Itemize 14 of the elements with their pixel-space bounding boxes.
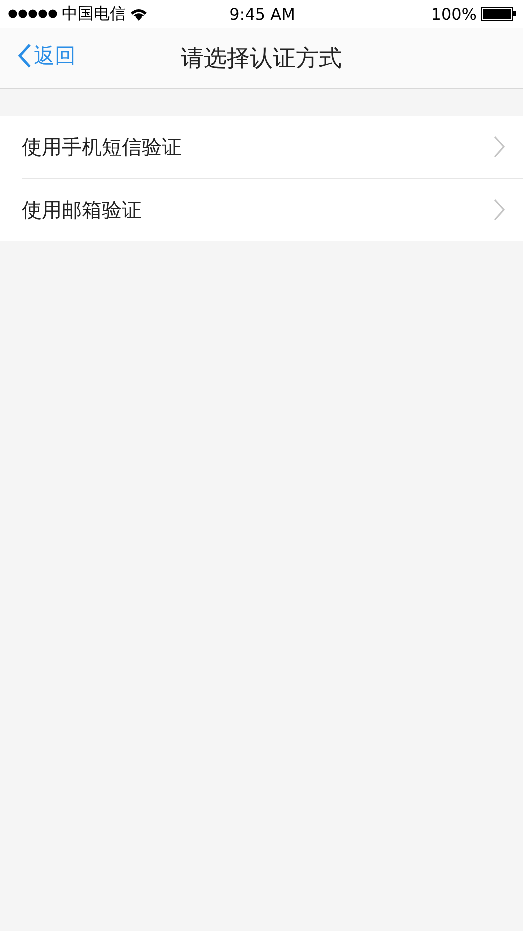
wifi-icon xyxy=(130,8,148,20)
option-label: 使用邮箱验证 xyxy=(22,196,142,224)
back-chevron-icon xyxy=(18,43,32,69)
option-row[interactable]: 使用手机短信验证 xyxy=(22,116,523,178)
signal-icon xyxy=(8,9,58,19)
status-time: 9:45 AM xyxy=(230,4,296,24)
carrier-name: 中国电信 xyxy=(62,4,126,24)
option-row[interactable]: 使用邮箱验证 xyxy=(22,178,523,241)
chevron-right-icon xyxy=(494,136,505,158)
battery-percent: 100% xyxy=(431,4,478,24)
chevron-right-icon xyxy=(494,199,505,221)
option-label: 使用手机短信验证 xyxy=(22,134,182,160)
page-title: 请选择认证方式 xyxy=(181,44,342,74)
battery-icon xyxy=(481,7,518,21)
